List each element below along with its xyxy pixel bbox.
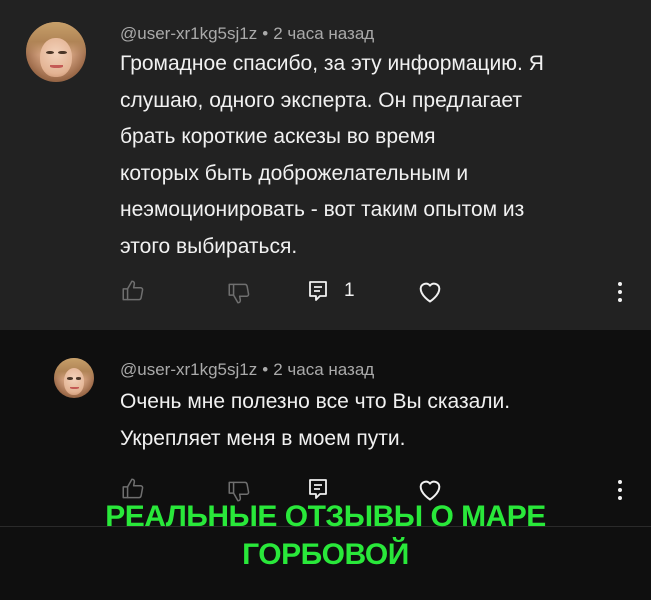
comment-time: 2 часа назад (273, 24, 375, 43)
heart-button[interactable] (416, 278, 444, 304)
comment-text: Громадное спасибо, за эту информацию. Я … (120, 46, 620, 265)
comment-time: 2 часа назад (273, 360, 375, 379)
comment-2: @user-xr1kg5sj1z • 2 часа назад Очень мне … (0, 330, 651, 526)
comment-meta: @user-xr1kg5sj1z • 2 часа назад (120, 360, 374, 380)
reply-button[interactable]: 1 (306, 278, 355, 304)
overlay-caption-line-1: РЕАЛЬНЫЕ ОТЗЫВЫ О МАРЕ (105, 500, 546, 533)
more-vert-icon (618, 282, 622, 302)
reply-icon (309, 281, 327, 301)
comment-text-line: Очень мне полезно все что Вы сказали. (120, 390, 511, 413)
comment-text: Очень мне полезно все что Вы сказали. Ук… (120, 384, 620, 457)
meta-separator: • (262, 24, 269, 43)
avatar[interactable] (54, 358, 94, 398)
comment-text-line: Укрепляет меня в моем пути. (120, 426, 406, 450)
comment-author[interactable]: @user-xr1kg5sj1z (120, 24, 257, 43)
more-options-button[interactable] (612, 280, 628, 304)
dislike-button[interactable] (226, 280, 252, 306)
thumbs-up-icon (122, 280, 144, 301)
reply-count: 1 (344, 280, 355, 301)
comment-text-line: которых быть доброжелательным и (120, 161, 469, 185)
overlay-caption-line-2: ГОРБОВОЙ (242, 538, 409, 571)
avatar[interactable] (26, 22, 86, 82)
comment-text-line: слушаю, одного эксперта. Он предлагает (120, 88, 522, 112)
comment-text-line: неэмоционировать - вот таким опытом из (120, 198, 525, 221)
meta-separator: • (262, 360, 269, 379)
heart-icon (419, 282, 441, 303)
comment-text-line: брать короткие аскезы во время (120, 125, 436, 148)
comment-text-line: Громадное спасибо, за эту информацию. Я (120, 52, 544, 75)
comment-author[interactable]: @user-xr1kg5sj1z (120, 360, 257, 379)
comment-text-line: этого выбираться. (120, 234, 298, 258)
comment-meta: @user-xr1kg5sj1z • 2 часа назад (120, 24, 374, 44)
like-button[interactable] (120, 278, 146, 304)
thumbs-down-icon (228, 283, 250, 304)
comment-1: @user-xr1kg5sj1z • 2 часа назад Громадное … (0, 0, 651, 330)
